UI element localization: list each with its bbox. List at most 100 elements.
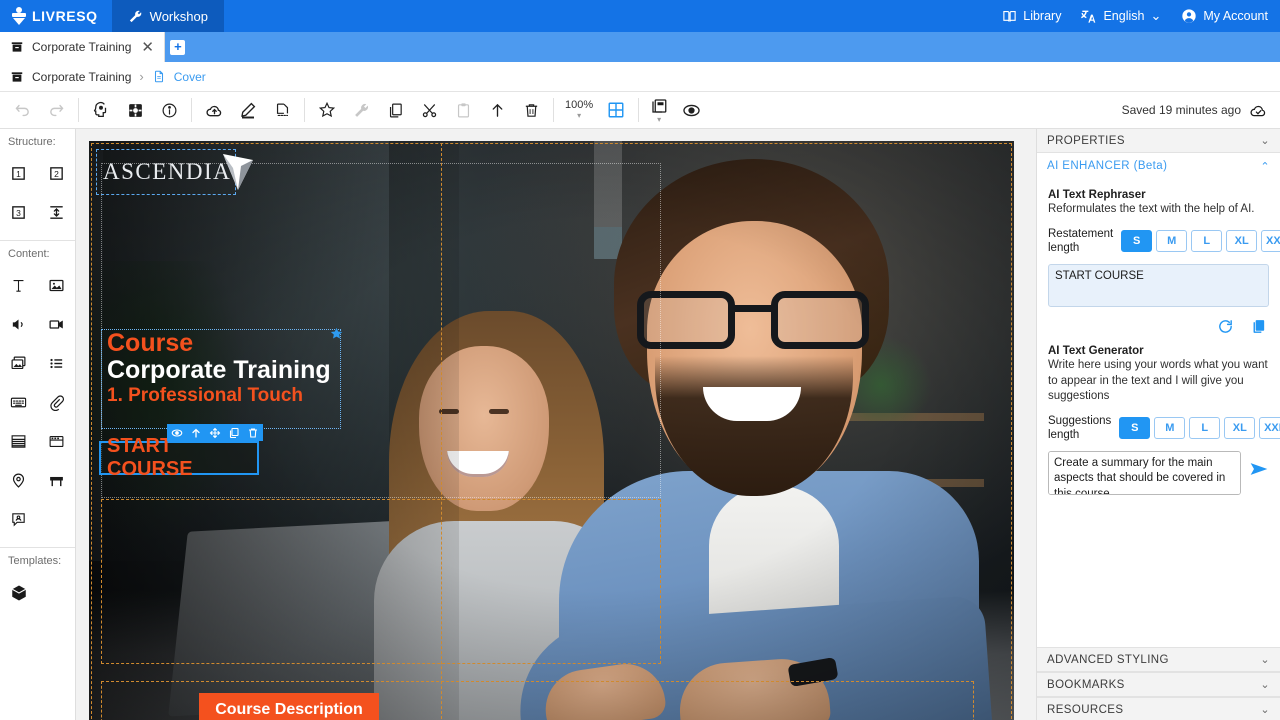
star-icon[interactable] (310, 95, 344, 125)
restatement-length-xl[interactable]: XL (1226, 229, 1258, 252)
headline-element[interactable]: Course Corporate Training 1. Professiona… (101, 326, 344, 429)
tabs-icon[interactable] (38, 422, 76, 461)
document-group (79, 97, 191, 123)
library-button[interactable]: Library (1002, 9, 1061, 24)
duplicate-icon[interactable] (228, 427, 240, 439)
undo-icon[interactable] (5, 95, 39, 125)
settings-square-icon[interactable] (118, 95, 152, 125)
generator-description: Write here using your words what you wan… (1048, 359, 1268, 403)
restatement-length-m[interactable]: M (1156, 229, 1188, 252)
one-column-icon[interactable]: 1 (0, 154, 38, 193)
advanced-styling-section[interactable]: ADVANCED STYLING ⌄ (1037, 647, 1280, 672)
ai-enhancer-header[interactable]: AI ENHANCER (Beta) ⌃ (1037, 153, 1280, 179)
gallery-icon[interactable] (0, 344, 38, 383)
add-tab-button[interactable]: + (165, 32, 191, 62)
audio-icon[interactable] (0, 305, 38, 344)
app-logo[interactable]: LIVRESQ (0, 7, 112, 25)
logo-element[interactable]: ASCENDIA (96, 149, 254, 195)
bookmarks-section[interactable]: BOOKMARKS ⌄ (1037, 672, 1280, 697)
info-circle-icon[interactable] (152, 95, 186, 125)
content-grid (0, 264, 75, 547)
top-bar-right-actions: Library English ⌄ My Account (1002, 8, 1280, 24)
resources-section[interactable]: RESOURCES ⌄ (1037, 697, 1280, 720)
svg-text:3: 3 (16, 208, 21, 218)
accordion-icon[interactable] (0, 422, 38, 461)
account-button[interactable]: My Account (1181, 8, 1268, 24)
chevron-down-icon: ⌄ (1260, 679, 1270, 691)
course-description-button[interactable]: Course Description (199, 693, 379, 720)
livresq-logo-icon (12, 7, 26, 25)
suggestions-length-xl[interactable]: XL (1224, 417, 1256, 440)
account-label: My Account (1203, 9, 1268, 23)
delete-trash-icon[interactable] (247, 427, 259, 439)
layers-panel-icon[interactable]: ▾ (644, 97, 674, 124)
clipboard-paste-icon[interactable] (446, 95, 480, 125)
trash-delete-icon[interactable] (514, 95, 548, 125)
hotspot-icon[interactable] (38, 461, 76, 500)
brand-name: LIVRESQ (32, 8, 98, 24)
move-up-arrow-icon[interactable] (480, 95, 514, 125)
page-export-icon[interactable] (265, 95, 299, 125)
ai-enhancer-title: AI ENHANCER (Beta) (1047, 160, 1168, 172)
suggestions-length-s[interactable]: S (1119, 417, 1151, 440)
ascendia-triangle-icon (221, 152, 255, 192)
accessibility-head-icon[interactable] (84, 95, 118, 125)
eye-preview-icon[interactable] (674, 95, 708, 125)
vertical-spacer-icon[interactable] (38, 193, 76, 232)
close-icon[interactable]: ✕ (139, 40, 156, 55)
view-group: 100% ▾ (554, 97, 638, 123)
panel-group: ▾ (639, 97, 713, 123)
copy-icon[interactable] (378, 95, 412, 125)
slide-canvas[interactable]: ASCENDIA Course Corporate Training 1. Pr… (76, 129, 1036, 720)
plus-icon: + (170, 39, 186, 55)
suggestions-length-row: Suggestions length S M L XL XXL (1048, 414, 1280, 443)
restatement-length-l[interactable]: L (1191, 229, 1223, 252)
suggestions-length-l[interactable]: L (1189, 417, 1221, 440)
send-paper-plane-icon[interactable] (1249, 459, 1269, 479)
top-navigation-bar: LIVRESQ Workshop Library English ⌄ My Ac… (0, 0, 1280, 32)
breadcrumb-root[interactable]: Corporate Training (32, 70, 131, 84)
cloud-upload-icon[interactable] (197, 95, 231, 125)
refresh-regenerate-icon[interactable] (1217, 318, 1234, 335)
restatement-length-xxl[interactable]: XXL (1261, 229, 1280, 252)
image-icon[interactable] (38, 266, 76, 305)
video-icon[interactable] (38, 305, 76, 344)
two-column-icon[interactable]: 2 (38, 154, 76, 193)
headline-eyebrow: Course (107, 329, 194, 357)
document-tab[interactable]: Corporate Training ✕ (0, 32, 165, 62)
suggestions-length-xxl[interactable]: XXL (1259, 417, 1280, 440)
generator-text-input[interactable] (1048, 450, 1241, 495)
grid-view-icon[interactable] (599, 95, 633, 125)
package-box-icon[interactable] (0, 573, 38, 612)
suggestions-length-m[interactable]: M (1154, 417, 1186, 440)
comment-icon[interactable] (0, 500, 38, 539)
visibility-eye-icon[interactable] (171, 427, 183, 439)
three-column-icon[interactable]: 3 (0, 193, 38, 232)
structure-grid: 1 2 3 (0, 152, 75, 240)
slide-cover[interactable]: ASCENDIA Course Corporate Training 1. Pr… (89, 141, 1014, 720)
history-group (0, 97, 78, 123)
zoom-control[interactable]: 100% ▾ (559, 100, 599, 120)
move-up-arrow-icon[interactable] (190, 427, 202, 439)
map-pin-icon[interactable] (0, 461, 38, 500)
breadcrumb-current[interactable]: Cover (174, 70, 206, 84)
user-circle-icon (1181, 8, 1197, 24)
keyboard-icon[interactable] (0, 383, 38, 422)
workshop-tab[interactable]: Workshop (111, 0, 224, 32)
start-course-button[interactable]: START COURSE (99, 435, 259, 480)
attachment-icon[interactable] (38, 383, 76, 422)
pencil-edit-icon[interactable] (231, 95, 265, 125)
star-filled-icon[interactable] (329, 326, 344, 341)
scissors-cut-icon[interactable] (412, 95, 446, 125)
properties-header[interactable]: PROPERTIES ⌄ (1037, 129, 1280, 153)
language-selector[interactable]: English ⌄ (1081, 8, 1161, 24)
copy-to-clipboard-icon[interactable] (1250, 318, 1267, 335)
restatement-length-s[interactable]: S (1121, 229, 1153, 252)
suggestions-length-options: S M L XL XXL (1119, 417, 1280, 440)
wrench-icon[interactable] (344, 95, 378, 125)
redo-icon[interactable] (39, 95, 73, 125)
rephraser-text-input[interactable] (1048, 264, 1269, 308)
drag-move-icon[interactable] (209, 427, 221, 439)
list-icon[interactable] (38, 344, 76, 383)
text-icon[interactable] (0, 266, 38, 305)
